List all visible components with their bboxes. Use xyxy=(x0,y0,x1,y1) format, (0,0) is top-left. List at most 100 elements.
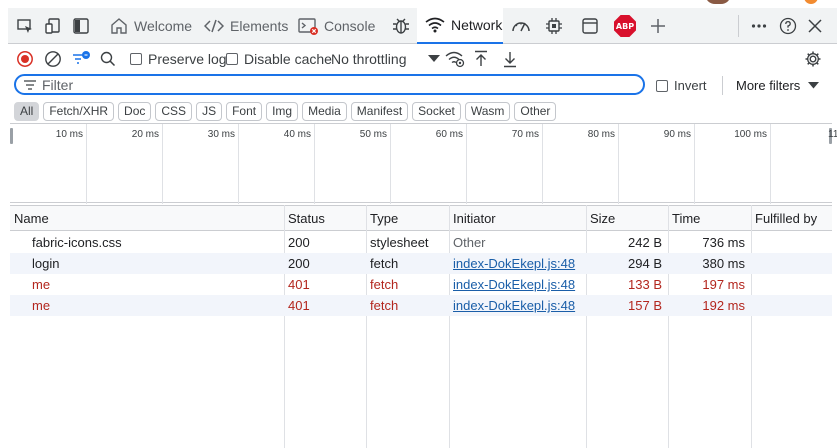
request-row[interactable]: me 401 fetch index-DokEkepl.js:48 157 B 192 m… xyxy=(10,295,832,316)
initiator-link[interactable]: index-DokEkepl.js:48 xyxy=(453,256,575,271)
home-icon xyxy=(110,17,128,35)
export-har-button[interactable] xyxy=(502,45,518,72)
preserve-log-toggle[interactable]: Preserve log xyxy=(130,45,227,72)
network-conditions-button[interactable] xyxy=(445,45,465,72)
initiator-link[interactable]: index-DokEkepl.js:48 xyxy=(453,298,575,313)
filter-box[interactable] xyxy=(14,74,645,95)
more-filters-dropdown[interactable]: More filters xyxy=(736,72,820,99)
more-options-icon[interactable] xyxy=(748,8,770,44)
network-settings-button[interactable] xyxy=(804,45,822,72)
overview-gridline xyxy=(86,124,87,204)
invert-toggle[interactable]: Invert xyxy=(656,72,707,99)
network-overview-timeline[interactable]: 10 ms 20 ms 30 ms 40 ms 50 ms 60 ms 70 ms 80 ms… xyxy=(10,123,837,204)
column-header-initiator[interactable]: Initiator xyxy=(449,206,586,231)
request-time-cell: 197 ms xyxy=(702,277,745,292)
code-brackets-icon xyxy=(204,18,224,34)
caret-down-icon xyxy=(808,82,820,89)
type-filter-all[interactable]: All xyxy=(14,101,40,121)
overview-gridline xyxy=(542,124,543,204)
overview-gridline xyxy=(390,124,391,204)
application-icon[interactable] xyxy=(577,8,603,44)
overview-gridline xyxy=(770,124,771,204)
inspect-element-icon[interactable] xyxy=(14,8,36,44)
column-header-size[interactable]: Size xyxy=(586,206,668,231)
tab-console-label: Console xyxy=(324,18,376,34)
overview-gridline xyxy=(162,124,163,204)
request-row[interactable]: fabric-icons.css 200 stylesheet Other 242 B 7… xyxy=(10,232,832,253)
console-icon xyxy=(298,17,318,35)
search-button[interactable] xyxy=(100,45,116,72)
request-type-cell: fetch xyxy=(370,277,399,292)
request-status-cell: 200 xyxy=(288,256,310,271)
request-type-cell: fetch xyxy=(370,256,399,271)
disable-cache-toggle[interactable]: Disable cache xyxy=(226,45,332,72)
tab-welcome[interactable]: Welcome xyxy=(100,8,192,44)
memory-icon[interactable] xyxy=(541,8,567,44)
window-top-strip xyxy=(0,0,837,8)
preserve-log-checkbox[interactable] xyxy=(130,52,142,65)
throttling-select[interactable]: No throttling xyxy=(331,45,441,72)
type-filter-js[interactable]: JS xyxy=(196,101,223,121)
disable-cache-checkbox[interactable] xyxy=(226,52,238,65)
request-size-cell: 242 B xyxy=(628,235,662,250)
request-name-cell: me xyxy=(32,298,51,313)
help-icon[interactable] xyxy=(776,8,800,44)
type-filter-socket[interactable]: Socket xyxy=(412,101,461,121)
type-filter-css[interactable]: CSS xyxy=(155,101,193,121)
tab-elements-label: Elements xyxy=(230,18,289,34)
more-tools-plus-icon[interactable] xyxy=(646,8,670,44)
table-header: Name Status Type Initiator Size Time Fulfilled… xyxy=(10,205,832,231)
type-filter-other[interactable]: Other xyxy=(514,101,557,121)
overview-gridline xyxy=(618,124,619,204)
initiator-link[interactable]: index-DokEkepl.js:48 xyxy=(453,277,575,292)
device-emulation-icon[interactable] xyxy=(42,8,64,44)
column-header-fulfilled-by[interactable]: Fulfilled by xyxy=(751,206,832,231)
column-header-name[interactable]: Name xyxy=(10,206,284,231)
overview-gridline xyxy=(466,124,467,204)
adblock-plus-icon[interactable]: ABP xyxy=(611,8,639,44)
column-header-type[interactable]: Type xyxy=(366,206,449,231)
import-har-button[interactable] xyxy=(473,45,489,72)
request-row[interactable]: login 200 fetch index-DokEkepl.js:48 294 B 38… xyxy=(10,253,832,274)
overview-tick-label: 60 ms xyxy=(435,129,463,140)
overview-tick-label: 100 ms xyxy=(734,129,767,140)
invert-label: Invert xyxy=(674,78,707,93)
filter-toggle-button[interactable] xyxy=(71,45,91,72)
type-filter-wasm[interactable]: Wasm xyxy=(464,101,511,121)
type-filter-manifest[interactable]: Manifest xyxy=(350,101,409,121)
overview-tick-label: 50 ms xyxy=(359,129,387,140)
record-button[interactable] xyxy=(16,45,34,72)
invert-checkbox[interactable] xyxy=(656,79,668,92)
column-header-time[interactable]: Time xyxy=(668,206,751,231)
request-time-cell: 736 ms xyxy=(702,235,745,250)
tab-console[interactable]: Console xyxy=(292,8,378,44)
type-filter-fetch-xhr[interactable]: Fetch/XHR xyxy=(43,101,115,121)
request-status-cell: 401 xyxy=(288,277,310,292)
throttling-value: No throttling xyxy=(331,50,407,67)
type-filter-img[interactable]: Img xyxy=(266,101,299,121)
extension-icon[interactable] xyxy=(804,0,818,4)
request-initiator-cell: index-DokEkepl.js:48 xyxy=(453,253,584,274)
record-icon xyxy=(17,50,33,67)
type-filter-doc[interactable]: Doc xyxy=(118,101,152,121)
tab-network[interactable]: Network xyxy=(417,8,503,44)
clear-button[interactable] xyxy=(44,45,62,72)
dock-side-icon[interactable] xyxy=(70,8,92,44)
request-row[interactable]: me 401 fetch index-DokEkepl.js:48 133 B 197 m… xyxy=(10,274,832,295)
tab-welcome-label: Welcome xyxy=(134,18,193,34)
profile-avatar[interactable] xyxy=(705,0,731,4)
bug-icon[interactable] xyxy=(388,8,414,44)
overview-left-handle[interactable] xyxy=(10,128,13,144)
type-filter-media[interactable]: Media xyxy=(302,101,347,121)
type-filter-font[interactable]: Font xyxy=(226,101,263,121)
request-size-cell: 294 B xyxy=(628,256,662,271)
request-size-cell: 157 B xyxy=(628,298,662,313)
request-name-cell: fabric-icons.css xyxy=(32,235,122,250)
close-devtools-icon[interactable] xyxy=(803,8,827,44)
column-header-status[interactable]: Status xyxy=(284,206,366,231)
filter-input[interactable] xyxy=(42,76,602,93)
tab-elements[interactable]: Elements xyxy=(196,8,288,44)
performance-icon[interactable] xyxy=(508,8,534,44)
network-request-table: Name Status Type Initiator Size Time Fulfilled… xyxy=(10,205,832,448)
tabbar-divider xyxy=(738,15,739,37)
